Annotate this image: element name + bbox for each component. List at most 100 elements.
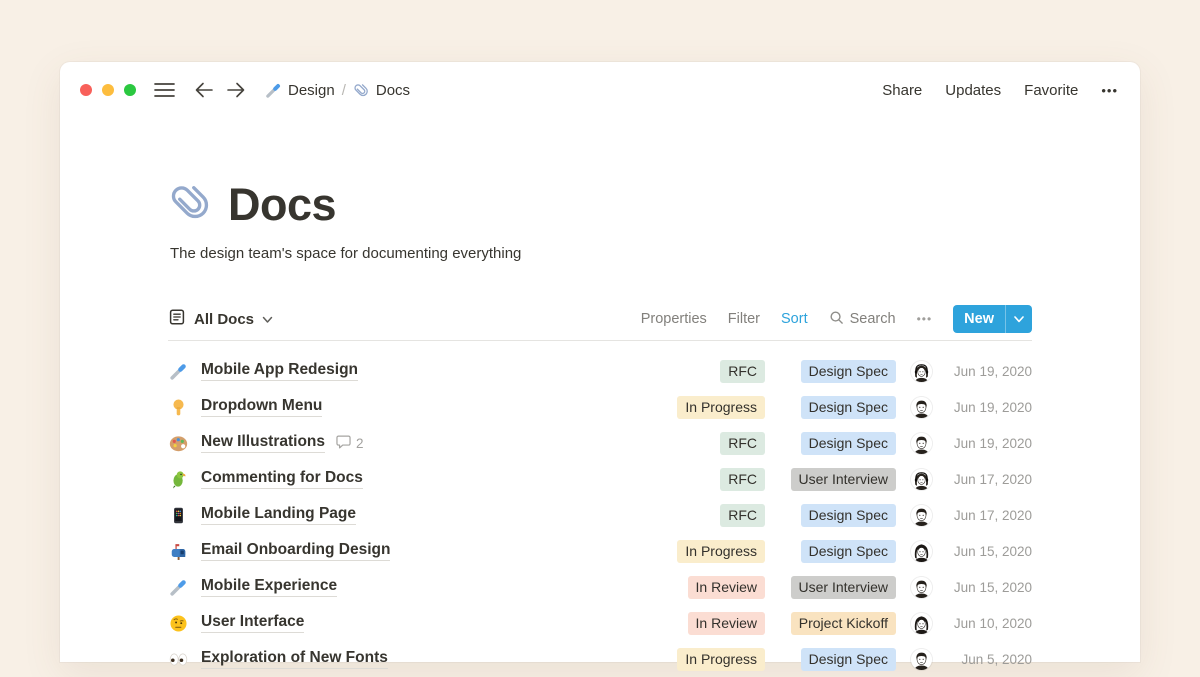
close-window-button[interactable] bbox=[80, 84, 92, 96]
table-row[interactable]: Commenting for Docs RFC User Interview J… bbox=[168, 461, 1032, 497]
view-toolbar: All Docs Properties Filter Sort Search •… bbox=[168, 304, 1032, 334]
properties-button[interactable]: Properties bbox=[641, 311, 707, 327]
breadcrumb-label: Design bbox=[288, 82, 335, 99]
docs-table: Mobile App Redesign RFC Design Spec Jun … bbox=[168, 353, 1032, 677]
paperclip-icon bbox=[353, 82, 370, 99]
date-label: Jun 17, 2020 bbox=[952, 508, 1032, 523]
page-content: Docs The design team's space for documen… bbox=[60, 179, 1140, 677]
table-row[interactable]: User Interface In Review Project Kickoff… bbox=[168, 605, 1032, 641]
breadcrumb-item-docs[interactable]: Docs bbox=[353, 82, 410, 99]
table-row[interactable]: Mobile Experience In Review User Intervi… bbox=[168, 569, 1032, 605]
avatar bbox=[911, 613, 932, 634]
chevron-down-icon bbox=[262, 311, 273, 328]
comment-indicator[interactable]: 2 bbox=[336, 435, 364, 452]
doc-title[interactable]: Mobile App Redesign bbox=[201, 361, 358, 381]
breadcrumb-separator: / bbox=[342, 82, 346, 99]
doc-title[interactable]: Commenting for Docs bbox=[201, 469, 363, 489]
doc-title[interactable]: User Interface bbox=[201, 613, 304, 633]
table-row[interactable]: Dropdown Menu In Progress Design Spec Ju… bbox=[168, 389, 1032, 425]
doc-title[interactable]: Mobile Landing Page bbox=[201, 505, 356, 525]
menu-icon[interactable] bbox=[154, 82, 175, 98]
doc-title[interactable]: New Illustrations bbox=[201, 433, 325, 453]
date-label: Jun 5, 2020 bbox=[952, 652, 1032, 667]
paintbrush-icon bbox=[265, 82, 282, 99]
avatar bbox=[911, 469, 932, 490]
status-tag: In Progress bbox=[677, 540, 765, 563]
traffic-lights bbox=[80, 84, 136, 96]
paintbrush-icon bbox=[168, 361, 188, 381]
status-tag: In Progress bbox=[677, 396, 765, 419]
type-tag: Design Spec bbox=[801, 540, 896, 563]
paperclip-icon bbox=[168, 180, 214, 231]
view-switcher[interactable]: All Docs bbox=[168, 308, 273, 330]
date-label: Jun 15, 2020 bbox=[952, 580, 1032, 595]
date-label: Jun 17, 2020 bbox=[952, 472, 1032, 487]
avatar bbox=[911, 433, 932, 454]
paintbrush-icon bbox=[168, 577, 188, 597]
comment-count: 2 bbox=[356, 436, 364, 451]
forward-arrow-icon[interactable] bbox=[227, 82, 245, 98]
more-options-icon[interactable]: ••• bbox=[1101, 83, 1118, 98]
breadcrumb-label: Docs bbox=[376, 82, 410, 99]
doc-title[interactable]: Exploration of New Fonts bbox=[201, 649, 388, 669]
sort-button[interactable]: Sort bbox=[781, 311, 808, 327]
breadcrumb-item-design[interactable]: Design bbox=[265, 82, 335, 99]
type-tag: Design Spec bbox=[801, 360, 896, 383]
zoom-window-button[interactable] bbox=[124, 84, 136, 96]
new-dropdown-button[interactable] bbox=[1005, 305, 1032, 333]
eyes-icon bbox=[168, 649, 188, 669]
table-row[interactable]: Mobile App Redesign RFC Design Spec Jun … bbox=[168, 353, 1032, 389]
page-subtitle: The design team's space for documenting … bbox=[170, 245, 1032, 262]
type-tag: User Interview bbox=[791, 576, 896, 599]
titlebar-actions: Share Updates Favorite ••• bbox=[882, 82, 1118, 99]
type-tag: Design Spec bbox=[801, 432, 896, 455]
more-tools-icon[interactable]: ••• bbox=[917, 312, 933, 326]
avatar bbox=[911, 505, 932, 526]
favorite-button[interactable]: Favorite bbox=[1024, 82, 1078, 99]
status-tag: In Review bbox=[688, 612, 765, 635]
date-label: Jun 19, 2020 bbox=[952, 400, 1032, 415]
avatar bbox=[911, 649, 932, 670]
avatar bbox=[911, 541, 932, 562]
filter-button[interactable]: Filter bbox=[728, 311, 760, 327]
back-arrow-icon[interactable] bbox=[195, 82, 213, 98]
doc-title[interactable]: Email Onboarding Design bbox=[201, 541, 390, 561]
toolbar-divider bbox=[168, 340, 1032, 341]
table-row[interactable]: New Illustrations 2 RFC Design Spec Jun … bbox=[168, 425, 1032, 461]
table-row[interactable]: Mobile Landing Page RFC Design Spec Jun … bbox=[168, 497, 1032, 533]
avatar bbox=[911, 577, 932, 598]
avatar bbox=[911, 361, 932, 382]
parrot-icon bbox=[168, 469, 188, 489]
updates-button[interactable]: Updates bbox=[945, 82, 1001, 99]
type-tag: Project Kickoff bbox=[791, 612, 896, 635]
search-label: Search bbox=[850, 311, 896, 327]
status-tag: RFC bbox=[720, 468, 765, 491]
status-tag: RFC bbox=[720, 360, 765, 383]
table-row[interactable]: Email Onboarding Design In Progress Desi… bbox=[168, 533, 1032, 569]
comment-bubble-icon bbox=[336, 435, 351, 452]
page-header: Docs bbox=[168, 179, 1032, 231]
type-tag: User Interview bbox=[791, 468, 896, 491]
avatar bbox=[911, 397, 932, 418]
new-button[interactable]: New bbox=[953, 305, 1032, 333]
titlebar: Design / Docs Share Updates Favorite ••• bbox=[60, 62, 1140, 105]
type-tag: Design Spec bbox=[801, 396, 896, 419]
date-label: Jun 19, 2020 bbox=[952, 364, 1032, 379]
search-button[interactable]: Search bbox=[829, 310, 896, 329]
status-tag: In Progress bbox=[677, 648, 765, 671]
face-raised-eyebrow-icon bbox=[168, 613, 188, 633]
document-list-icon bbox=[168, 308, 186, 330]
doc-title[interactable]: Dropdown Menu bbox=[201, 397, 322, 417]
minimize-window-button[interactable] bbox=[102, 84, 114, 96]
doc-title[interactable]: Mobile Experience bbox=[201, 577, 337, 597]
table-row[interactable]: Exploration of New Fonts In Progress Des… bbox=[168, 641, 1032, 677]
type-tag: Design Spec bbox=[801, 648, 896, 671]
view-name: All Docs bbox=[194, 311, 254, 328]
palette-icon bbox=[168, 433, 188, 453]
new-button-label[interactable]: New bbox=[953, 305, 1005, 333]
status-tag: RFC bbox=[720, 504, 765, 527]
point-down-icon bbox=[168, 397, 188, 417]
page-title: Docs bbox=[228, 179, 336, 231]
app-window: Design / Docs Share Updates Favorite •••… bbox=[60, 62, 1140, 662]
share-button[interactable]: Share bbox=[882, 82, 922, 99]
